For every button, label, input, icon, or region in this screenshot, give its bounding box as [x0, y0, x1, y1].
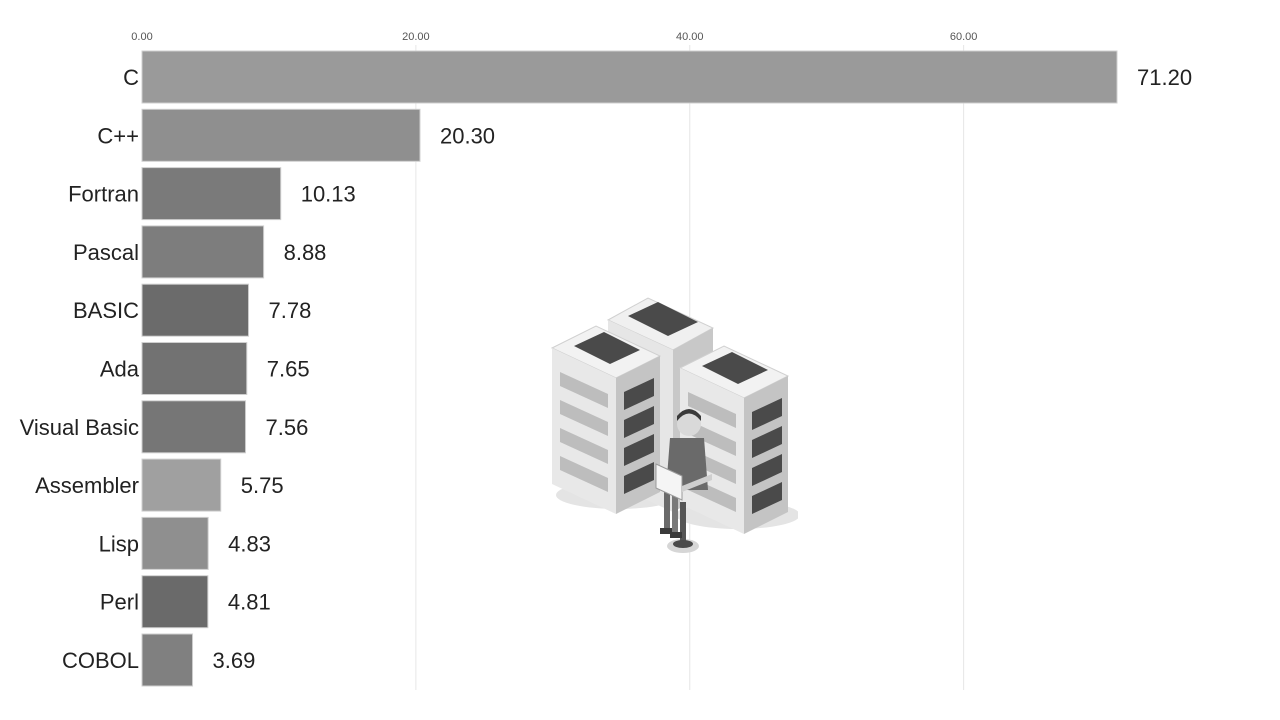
category-label: Visual Basic [20, 415, 139, 440]
category-label: BASIC [73, 298, 139, 323]
value-label: 4.83 [228, 531, 271, 556]
value-label: 10.13 [301, 182, 356, 207]
x-tick-label: 20.00 [402, 31, 430, 43]
value-label: 7.56 [266, 415, 309, 440]
bar [141, 283, 250, 337]
bar [141, 516, 209, 570]
value-label: 71.20 [1137, 65, 1192, 90]
category-label: Fortran [68, 182, 139, 207]
value-label: 3.69 [213, 648, 256, 673]
value-label: 7.78 [269, 298, 312, 323]
category-label: Ada [100, 357, 140, 382]
category-label: Lisp [99, 531, 139, 556]
bar [141, 167, 282, 221]
category-label: Perl [100, 590, 139, 615]
category-label: Assembler [35, 473, 139, 498]
bar [141, 633, 194, 687]
bar [141, 108, 421, 162]
bar [141, 342, 248, 395]
chart-stage: 0.00 20.00 40.00 60.00 C 71.20 C++ 20.30 Fortran… [0, 0, 1280, 720]
server-racks-with-person-icon [550, 297, 798, 553]
bar [141, 458, 222, 512]
bar [141, 225, 265, 279]
bar [141, 50, 1118, 104]
category-label: C++ [97, 123, 139, 148]
value-label: 8.88 [284, 240, 327, 265]
category-label: Pascal [73, 240, 139, 265]
x-tick-label: 0.00 [131, 31, 152, 43]
value-label: 5.75 [241, 473, 284, 498]
value-label: 7.65 [267, 357, 310, 382]
x-tick-label: 60.00 [950, 31, 978, 43]
bar [141, 400, 247, 454]
value-label: 4.81 [228, 590, 271, 615]
bar [141, 575, 209, 629]
value-label: 20.30 [440, 123, 495, 148]
x-tick-label: 40.00 [676, 31, 704, 43]
category-label: C [123, 65, 139, 90]
category-label: COBOL [62, 648, 139, 673]
